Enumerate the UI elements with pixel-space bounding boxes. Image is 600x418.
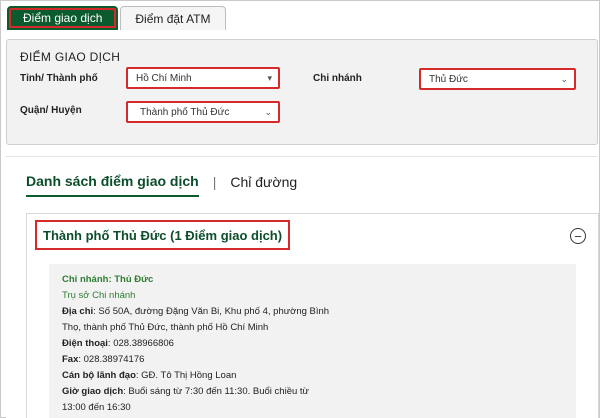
results-section: Danh sách điểm giao dịch | Chỉ đường Thà… bbox=[6, 156, 599, 418]
chevron-down-icon: ⌄ bbox=[560, 74, 568, 84]
province-label: Tỉnh/ Thành phố bbox=[20, 73, 98, 84]
panel-title: ĐIỂM GIAO DỊCH bbox=[20, 50, 121, 64]
view-tabs: Danh sách điểm giao dịch | Chỉ đường bbox=[26, 173, 297, 197]
district-label: Quận/ Huyện bbox=[20, 105, 82, 116]
tab-location-list[interactable]: Danh sách điểm giao dịch bbox=[26, 173, 199, 197]
district-select[interactable]: Thành phố Thủ Đức ⌄ bbox=[126, 101, 280, 123]
tab-atm-points[interactable]: Điểm đặt ATM bbox=[120, 6, 226, 30]
accordion-title[interactable]: Thành phố Thủ Đức (1 Điểm giao dịch) bbox=[35, 220, 291, 250]
district-value: Thành phố Thủ Đức bbox=[140, 106, 230, 118]
address-line-continued: Thọ, thành phố Thủ Đức, thành phố Hồ Chí… bbox=[62, 322, 269, 333]
tab-transaction-points[interactable]: Điểm giao dịch bbox=[7, 6, 119, 30]
location-type-tabs: Điểm giao dịch Điểm đặt ATM bbox=[7, 6, 226, 30]
chevron-down-icon: ▾ bbox=[267, 73, 272, 83]
branch-value: Thủ Đức bbox=[429, 73, 468, 85]
filter-panel: ĐIỂM GIAO DỊCH Tỉnh/ Thành phố Hồ Chí Mi… bbox=[6, 39, 598, 145]
hours-line: Giờ giao dịch: Buổi sáng từ 7:30 đến 11:… bbox=[62, 386, 309, 397]
fax-line: Fax: 028.38974176 bbox=[62, 354, 145, 365]
collapse-icon[interactable]: − bbox=[570, 228, 586, 244]
branch-type: Trụ sở Chi nhánh bbox=[62, 290, 136, 301]
tab-separator: | bbox=[212, 174, 217, 190]
chevron-down-icon: ⌄ bbox=[264, 107, 272, 117]
hours-line-continued: 13:00 đến 16:30 bbox=[62, 402, 131, 413]
phone-line: Điện thoại: 028.38966806 bbox=[62, 338, 174, 349]
province-select[interactable]: Hồ Chí Minh ▾ bbox=[126, 67, 280, 89]
tab-directions[interactable]: Chỉ đường bbox=[230, 174, 297, 196]
location-detail-card: Chi nhánh: Thủ Đức Trụ sở Chi nhánh Địa … bbox=[49, 264, 576, 418]
district-accordion: Thành phố Thủ Đức (1 Điểm giao dịch) − C… bbox=[26, 213, 599, 418]
branch-select[interactable]: Thủ Đức ⌄ bbox=[419, 68, 576, 90]
branch-label: Chi nhánh bbox=[313, 73, 362, 84]
address-line: Địa chỉ: Số 50A, đường Đặng Văn Bi, Khu … bbox=[62, 306, 330, 317]
province-value: Hồ Chí Minh bbox=[136, 72, 192, 84]
branch-name: Chi nhánh: Thủ Đức bbox=[62, 274, 154, 285]
manager-line: Cán bộ lãnh đạo: GĐ. Tô Thị Hồng Loan bbox=[62, 370, 237, 381]
